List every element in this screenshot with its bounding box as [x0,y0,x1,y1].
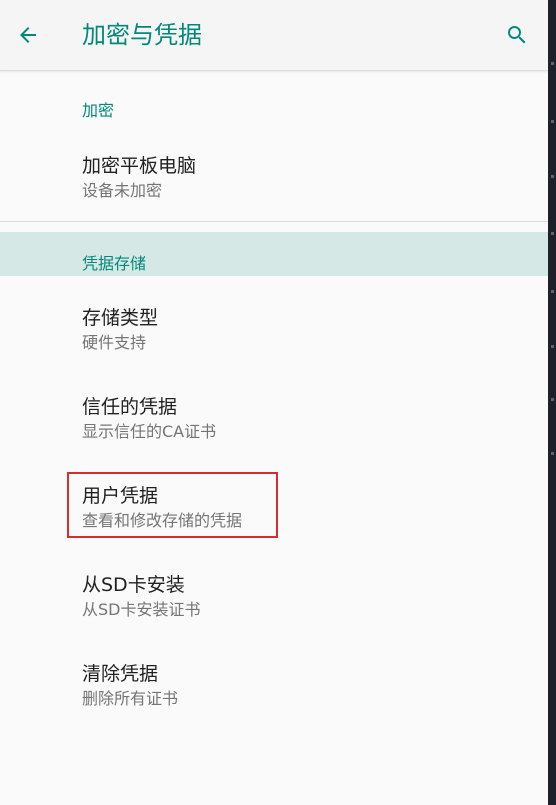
item-subtitle: 从SD卡安装证书 [82,600,201,619]
trusted-credentials-item[interactable]: 信任的凭据 显示信任的CA证书 [0,393,548,463]
arrow-back-icon [20,27,36,43]
clear-credentials-item[interactable]: 清除凭据 删除所有证书 [0,660,548,730]
app-bar: 加密与凭据 [0,0,548,71]
encrypt-tablet-item[interactable]: 加密平板电脑 设备未加密 [0,152,548,222]
settings-screen: 加密与凭据 加密 加密平板电脑 设备未加密 凭据存储 存储类型 硬件支持 信任的… [0,0,548,805]
section-header-encryption: 加密 [82,101,115,120]
search-icon [508,26,526,44]
section-header-credential-storage: 凭据存储 [82,254,147,273]
highlight-box [67,472,278,538]
section-divider [0,221,548,222]
item-title: 从SD卡安装 [82,574,185,596]
background-window-edge [548,0,556,805]
item-title: 清除凭据 [82,663,159,685]
item-title: 加密平板电脑 [82,155,197,177]
storage-type-item[interactable]: 存储类型 硬件支持 [0,304,548,374]
item-subtitle: 硬件支持 [82,333,147,352]
install-from-sd-item[interactable]: 从SD卡安装 从SD卡安装证书 [0,571,548,641]
search-button[interactable] [497,15,537,55]
item-title: 存储类型 [82,307,159,329]
item-subtitle: 设备未加密 [82,181,163,200]
item-subtitle: 删除所有证书 [82,689,179,708]
back-button[interactable] [8,15,48,55]
page-title: 加密与凭据 [82,21,202,49]
item-subtitle: 显示信任的CA证书 [82,422,217,441]
item-title: 信任的凭据 [82,396,178,418]
